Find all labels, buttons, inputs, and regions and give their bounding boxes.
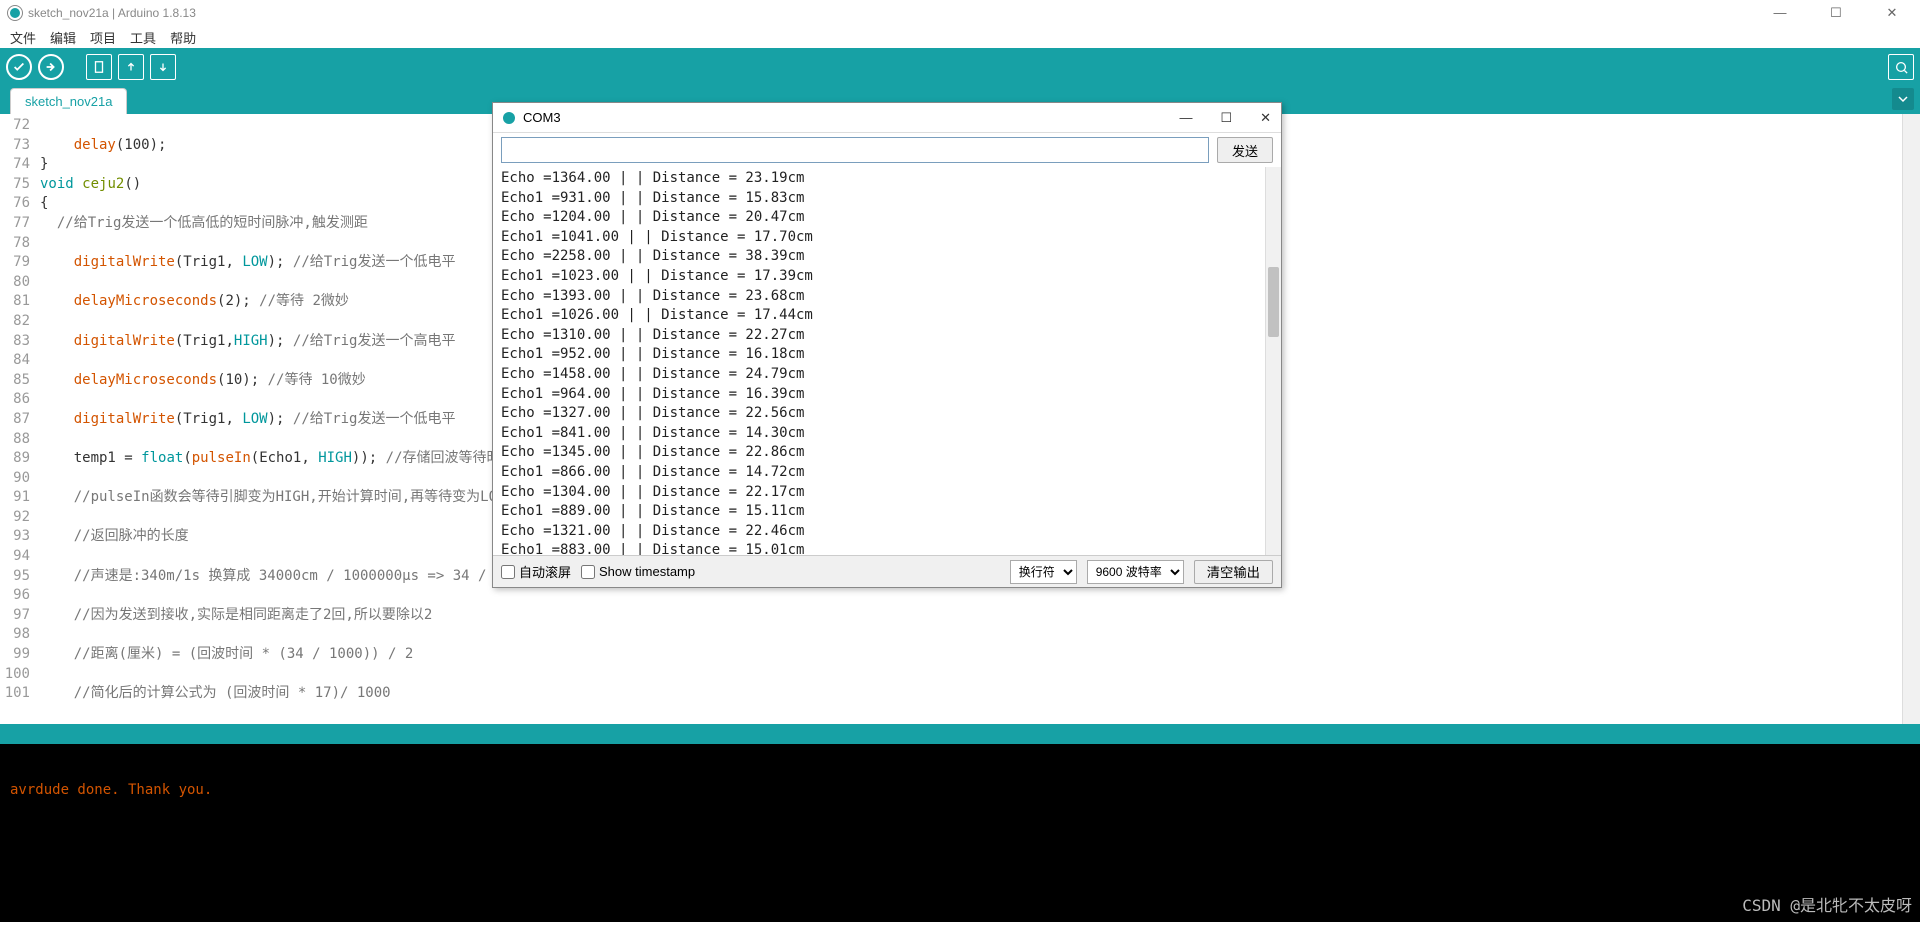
- window-title: sketch_nov21a | Arduino 1.8.13: [28, 6, 196, 20]
- serial-output[interactable]: Echo =1364.00 | | Distance = 23.19cm Ech…: [493, 167, 1265, 555]
- open-button[interactable]: [118, 54, 144, 80]
- tab-sketch[interactable]: sketch_nov21a: [10, 88, 127, 114]
- serial-input[interactable]: [501, 137, 1209, 163]
- arduino-icon: [8, 6, 22, 20]
- serial-minimize-button[interactable]: —: [1179, 110, 1192, 126]
- menu-bar: 文件 编辑 项目 工具 帮助: [0, 26, 1920, 48]
- minimize-button[interactable]: —: [1760, 5, 1800, 21]
- menu-help[interactable]: 帮助: [166, 26, 200, 49]
- serial-window-controls: — ☐ ✕: [1179, 110, 1271, 126]
- serial-body: Echo =1364.00 | | Distance = 23.19cm Ech…: [493, 167, 1281, 555]
- timestamp-label: Show timestamp: [599, 564, 695, 579]
- line-gutter: 72 73 74 75 76 77 78 79 80 81 82 83 84 8…: [0, 114, 36, 724]
- verify-button[interactable]: [6, 54, 32, 80]
- tab-dropdown-icon[interactable]: [1892, 88, 1914, 110]
- serial-monitor-button[interactable]: [1888, 54, 1914, 80]
- autoscroll-label: 自动滚屏: [519, 562, 571, 581]
- baud-select[interactable]: 9600 波特率: [1087, 560, 1184, 584]
- menu-tools[interactable]: 工具: [126, 26, 160, 49]
- status-bar: [0, 724, 1920, 744]
- watermark: CSDN @是北牝不太皮呀: [1742, 892, 1912, 916]
- new-button[interactable]: [86, 54, 112, 80]
- close-button[interactable]: ✕: [1872, 5, 1912, 21]
- serial-close-button[interactable]: ✕: [1260, 110, 1271, 126]
- console-output: avrdude done. Thank you. CSDN @是北牝不太皮呀: [0, 744, 1920, 922]
- serial-footer: 自动滚屏 Show timestamp 换行符 9600 波特率 清空输出: [493, 555, 1281, 587]
- save-button[interactable]: [150, 54, 176, 80]
- serial-maximize-button[interactable]: ☐: [1220, 110, 1232, 126]
- serial-titlebar: COM3 — ☐ ✕: [493, 103, 1281, 133]
- timestamp-checkbox[interactable]: Show timestamp: [581, 564, 695, 579]
- serial-monitor-window: COM3 — ☐ ✕ 发送 Echo =1364.00 | | Distance…: [492, 102, 1282, 588]
- line-ending-select[interactable]: 换行符: [1010, 560, 1077, 584]
- menu-sketch[interactable]: 项目: [86, 26, 120, 49]
- serial-scrollbar[interactable]: [1265, 167, 1281, 555]
- serial-send-button[interactable]: 发送: [1217, 137, 1273, 163]
- autoscroll-checkbox[interactable]: 自动滚屏: [501, 562, 571, 581]
- serial-input-row: 发送: [493, 133, 1281, 167]
- menu-file[interactable]: 文件: [6, 26, 40, 49]
- toolbar: [0, 48, 1920, 86]
- upload-button[interactable]: [38, 54, 64, 80]
- serial-scroll-thumb[interactable]: [1268, 267, 1279, 337]
- window-controls: — ☐ ✕: [1760, 5, 1912, 21]
- clear-output-button[interactable]: 清空输出: [1194, 560, 1273, 584]
- menu-edit[interactable]: 编辑: [46, 26, 80, 49]
- console-line: avrdude done. Thank you.: [10, 782, 212, 798]
- editor-scrollbar[interactable]: [1902, 114, 1920, 724]
- serial-icon: [503, 112, 515, 124]
- serial-title-text: COM3: [523, 110, 561, 125]
- maximize-button[interactable]: ☐: [1816, 5, 1856, 21]
- window-titlebar: sketch_nov21a | Arduino 1.8.13 — ☐ ✕: [0, 0, 1920, 26]
